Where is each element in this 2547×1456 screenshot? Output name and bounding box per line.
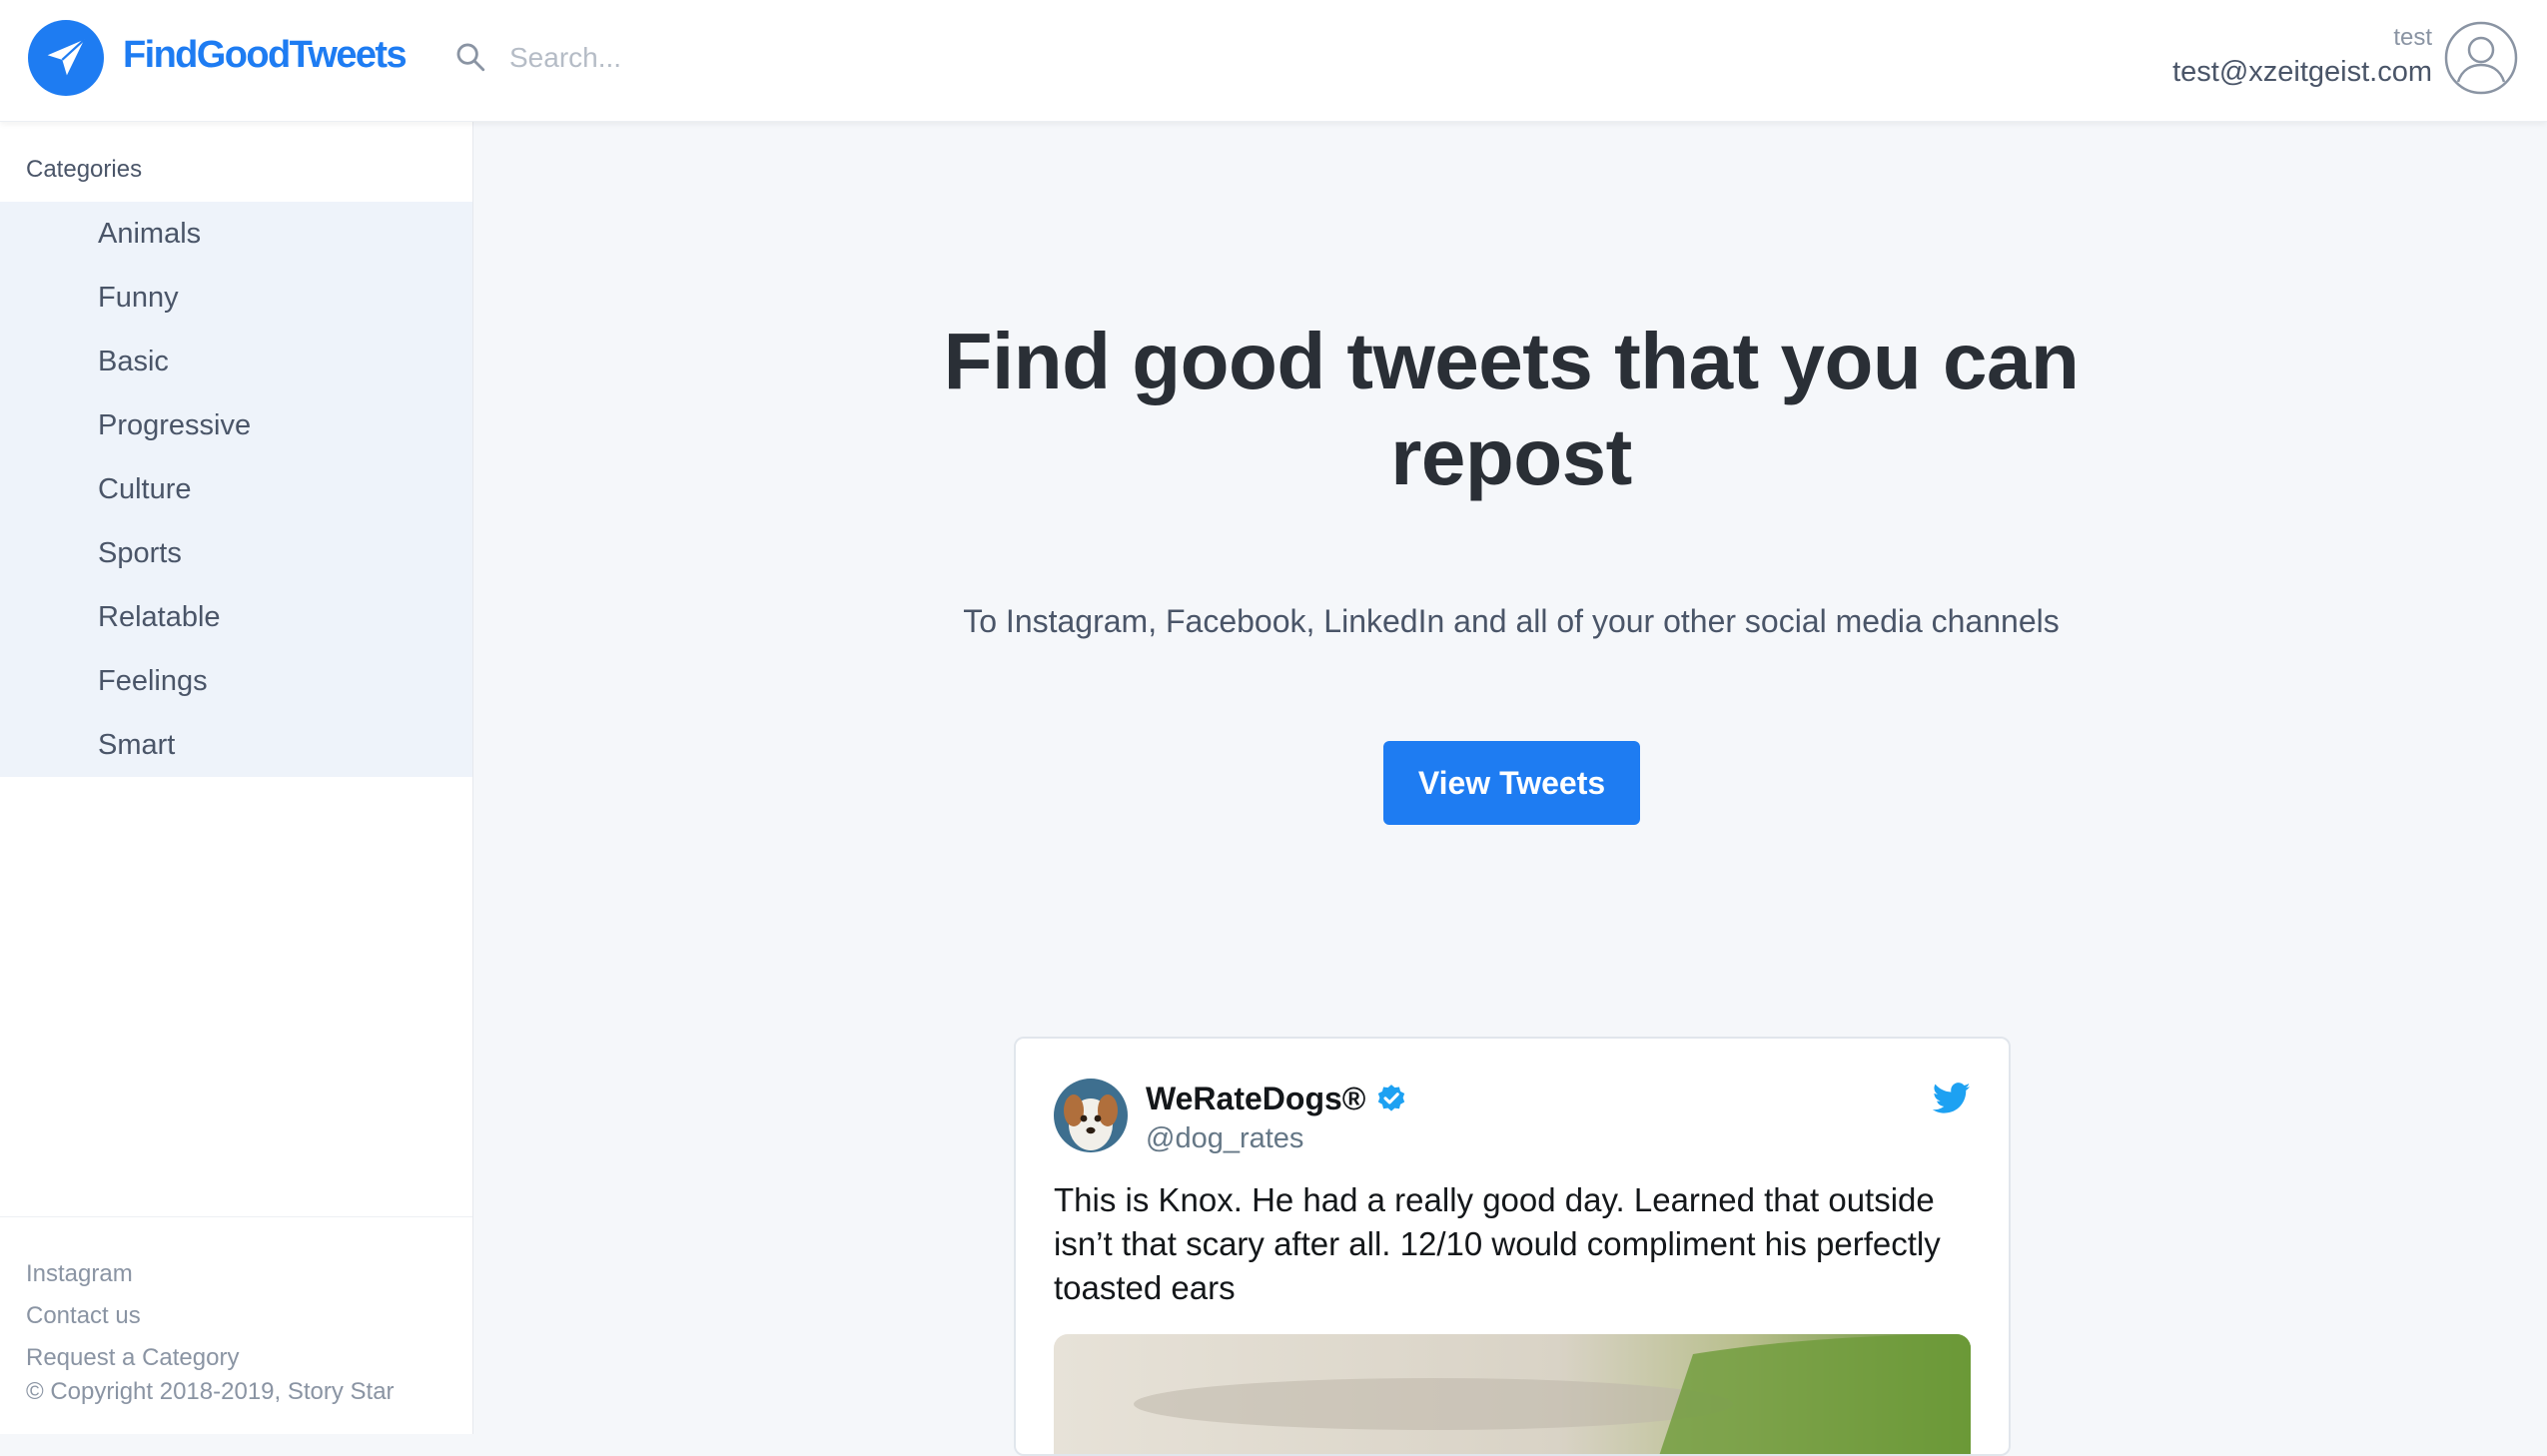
user-avatar-icon[interactable] (2444, 21, 2518, 95)
sidebar: Categories Animals Funny Basic Progressi… (0, 122, 473, 1434)
categories-heading: Categories (26, 156, 143, 183)
verified-badge-icon (1377, 1085, 1405, 1111)
tweet-author-avatar[interactable] (1054, 1079, 1128, 1152)
sidebar-item-culture[interactable]: Culture (0, 457, 472, 521)
hero-title: Find good tweets that you can repost (943, 317, 2080, 501)
view-tweets-button[interactable]: View Tweets (1383, 741, 1640, 825)
sidebar-item-funny[interactable]: Funny (0, 266, 472, 330)
search-icon (456, 43, 485, 72)
sidebar-item-smart[interactable]: Smart (0, 713, 472, 777)
logo-icon[interactable] (28, 20, 104, 96)
contact-us-link[interactable]: Contact us (26, 1302, 141, 1330)
photo-placeholder-icon (1054, 1334, 1971, 1454)
instagram-link[interactable]: Instagram (26, 1260, 133, 1288)
brand-name[interactable]: FindGoodTweets (123, 34, 408, 77)
tweet-text: This is Knox. He had a really good day. … (1054, 1181, 1941, 1306)
paper-plane-icon (47, 38, 86, 76)
user-email: test@xzeitgeist.com (2172, 56, 2432, 88)
sidebar-item-animals[interactable]: Animals (0, 202, 472, 266)
sidebar-item-feelings[interactable]: Feelings (0, 649, 472, 713)
tweet-media-image[interactable] (1054, 1334, 1971, 1454)
request-category-link[interactable]: Request a Category (26, 1344, 239, 1372)
copyright-text: © Copyright 2018-2019, Story Star (26, 1378, 395, 1405)
tweet-card[interactable]: WeRateDogs® @dog_rates This is Knox. He … (1014, 1037, 2011, 1456)
sidebar-item-progressive[interactable]: Progressive (0, 393, 472, 457)
sidebar-item-basic[interactable]: Basic (0, 330, 472, 393)
top-header: FindGoodTweets test test@xzeitgeist.com (0, 0, 2547, 122)
search-input[interactable] (509, 34, 1109, 82)
dog-avatar-icon (1054, 1079, 1128, 1152)
tweet-author-name[interactable]: WeRateDogs® (1146, 1081, 1365, 1117)
tweet-author-handle[interactable]: @dog_rates (1146, 1122, 1303, 1155)
hero-subtitle: To Instagram, Facebook, LinkedIn and all… (963, 603, 2060, 639)
user-name: test (2393, 24, 2432, 51)
sidebar-item-relatable[interactable]: Relatable (0, 585, 472, 649)
sidebar-item-sports[interactable]: Sports (0, 521, 472, 585)
twitter-bird-icon[interactable] (1933, 1083, 1971, 1114)
category-list: Animals Funny Basic Progressive Culture … (0, 202, 472, 777)
sidebar-divider (0, 1216, 472, 1217)
